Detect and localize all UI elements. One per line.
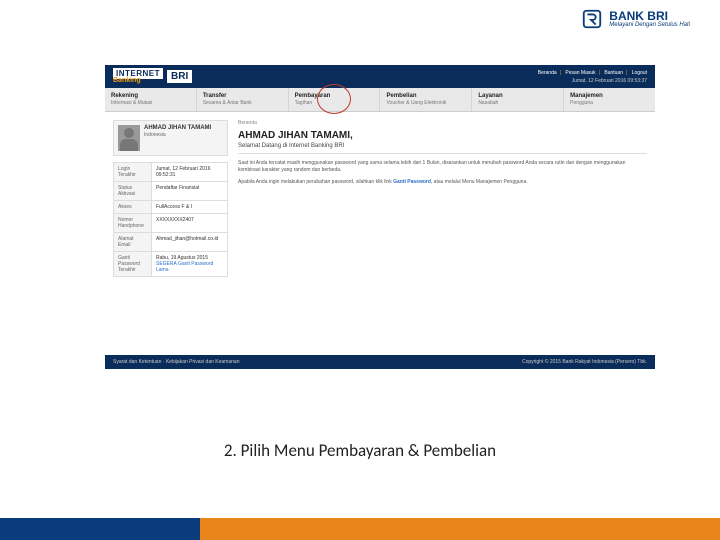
table-row: Status AktivasiPendaftar Finansial (114, 182, 228, 201)
brand-name: BANK BRI (609, 10, 690, 22)
nav-pembelian[interactable]: PembelianVoucher & Uang Elektronik (380, 88, 472, 111)
nav-transfer[interactable]: TransferSesama & Antar Bank (197, 88, 289, 111)
nav-manajemen[interactable]: ManajemenPengguna (564, 88, 655, 111)
link-change-password-side[interactable]: SEGERA Ganti Password Lama (156, 261, 213, 273)
table-row: Alamat EmailAhmad_jihan@hotmail.co.id (114, 233, 228, 252)
table-row: AksesFullAccess F & I (114, 201, 228, 214)
nav-layanan[interactable]: LayananNasabah (472, 88, 564, 111)
link-help[interactable]: Bantuan (604, 70, 623, 76)
bri-logo-icon (581, 8, 603, 30)
brand-tagline: Melayani Dengan Setulus Hati (609, 22, 690, 28)
highlight-circle-icon (317, 84, 351, 114)
slide-bottom-bar (0, 518, 720, 540)
header-datetime: Jumat, 12 Februari 2016 09:53:37 (538, 78, 647, 84)
footer-right: Copyright © 2015 Bank Rakyat Indonesia (… (522, 359, 647, 365)
avatar-icon (118, 125, 140, 151)
nav-pembayaran[interactable]: PembayaranTagihan (289, 88, 381, 111)
table-row: Ganti Password TerakhirRabu, 19 Agustus … (114, 252, 228, 277)
app-screenshot: INTERNET Banking BRI Beranda| Pesan Masu… (105, 65, 655, 369)
user-info-table: Login TerakhirJumat, 12 Februari 2016 09… (113, 162, 228, 277)
notice-paragraph-1: Saat ini Anda tercatat masih menggunakan… (238, 160, 647, 174)
link-change-password[interactable]: Ganti Password (393, 179, 431, 185)
main-nav: RekeningInformasi & Mutasi TransferSesam… (105, 88, 655, 112)
table-row: Nomor HandphoneXXXXXXXX2407 (114, 214, 228, 233)
breadcrumb: Beranda (238, 120, 647, 126)
user-card: AHMAD JIHAN TAMAMI Indonesia (113, 120, 228, 156)
ib-logo: INTERNET Banking BRI (113, 69, 192, 84)
link-inbox[interactable]: Pesan Masuk (565, 70, 595, 76)
sidebar: AHMAD JIHAN TAMAMI Indonesia Login Terak… (113, 120, 228, 277)
user-country: Indonesia (144, 132, 211, 138)
brand-header: BANK BRI Melayani Dengan Setulus Hati (581, 8, 690, 30)
notice-paragraph-2: Apabila Anda ingin melakukan perubahan p… (238, 179, 647, 186)
nav-rekening[interactable]: RekeningInformasi & Mutasi (105, 88, 197, 111)
welcome-name: AHMAD JIHAN TAMAMI, (238, 130, 647, 141)
header-links: Beranda| Pesan Masuk| Bantuan| Logout (538, 70, 647, 76)
main-content: Beranda AHMAD JIHAN TAMAMI, Selamat Data… (238, 120, 647, 277)
link-logout[interactable]: Logout (632, 70, 647, 76)
header-bar: INTERNET Banking BRI Beranda| Pesan Masu… (105, 65, 655, 88)
user-name: AHMAD JIHAN TAMAMI (144, 125, 211, 132)
welcome-subtitle: Selamat Datang di Internet Banking BRI (238, 143, 647, 154)
footer-bar: Syarat dan Ketentuan · Kebijakan Privasi… (105, 355, 655, 369)
link-home[interactable]: Beranda (538, 70, 557, 76)
table-row: Login TerakhirJumat, 12 Februari 2016 09… (114, 163, 228, 182)
slide-caption: 2. Pilih Menu Pembayaran & Pembelian (0, 440, 720, 461)
footer-left: Syarat dan Ketentuan · Kebijakan Privasi… (113, 359, 239, 365)
logo-word-bri: BRI (167, 70, 192, 83)
